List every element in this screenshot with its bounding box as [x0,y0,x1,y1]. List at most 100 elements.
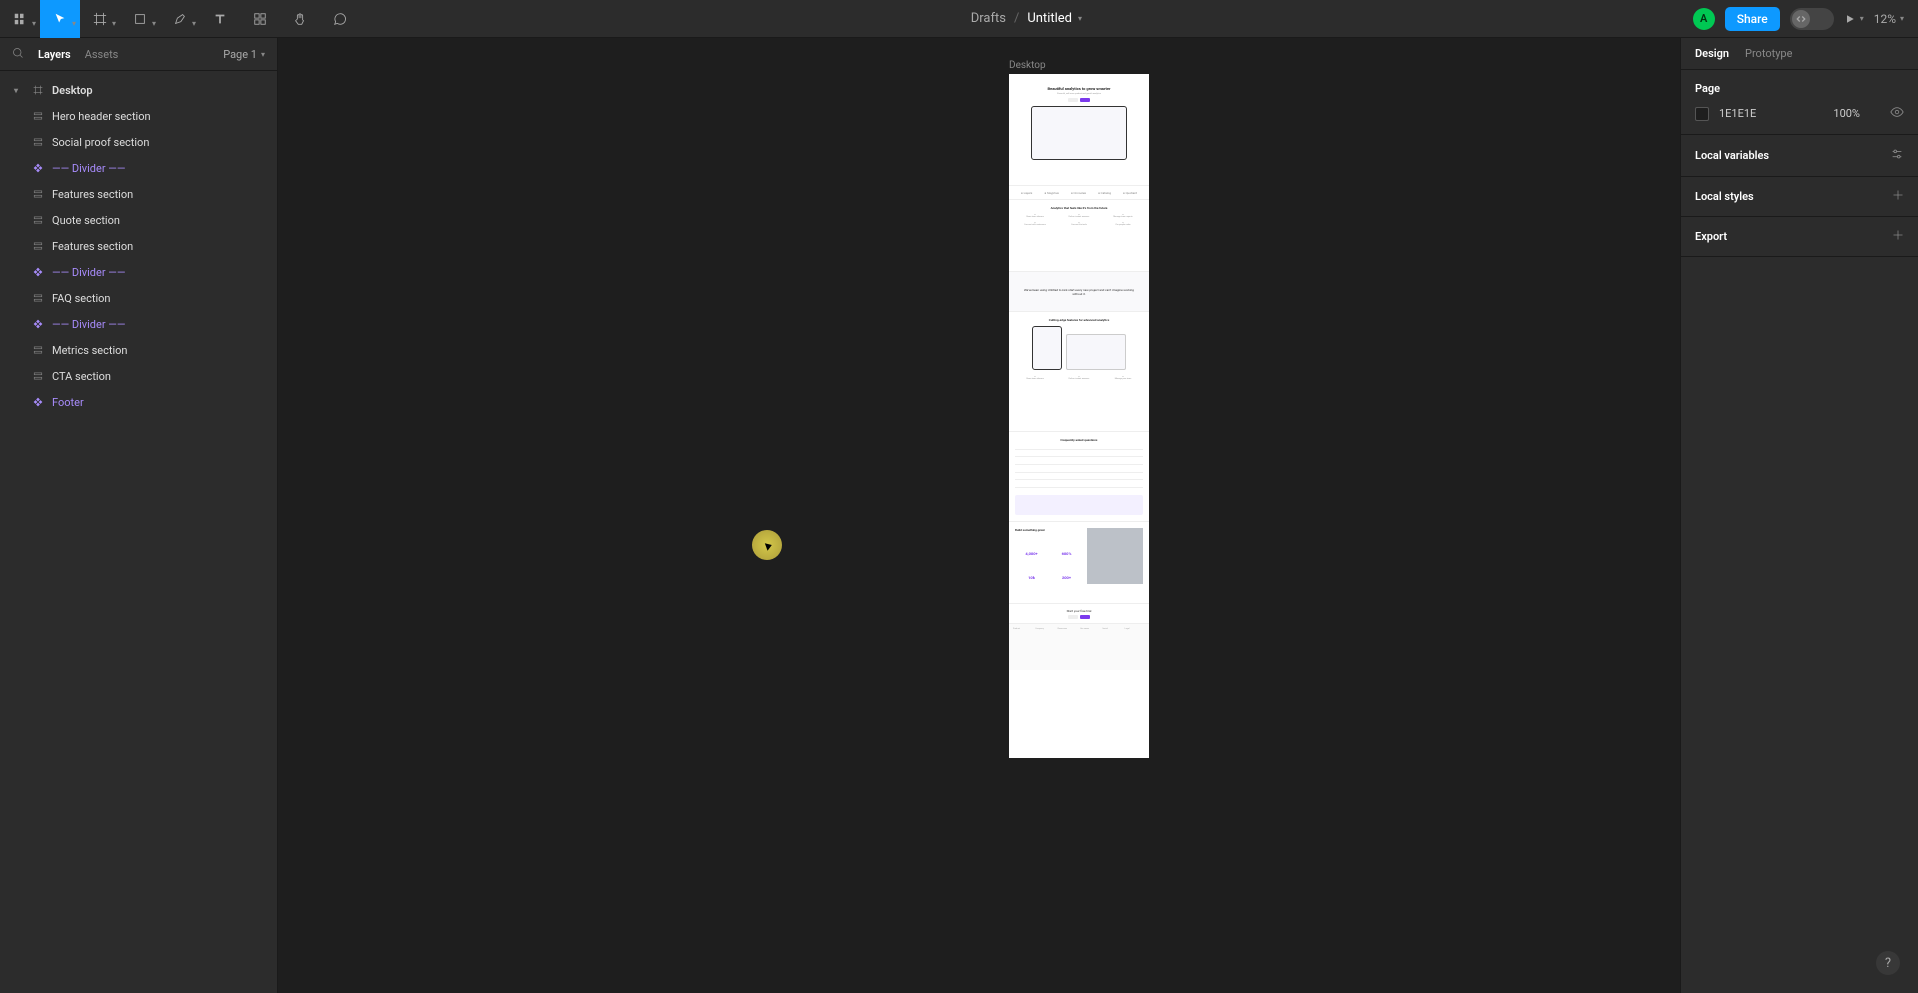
layer-row[interactable]: —— Divider —— [0,311,277,337]
metric-value: 4,000+ [1015,551,1048,573]
help-button[interactable]: ? [1876,951,1900,975]
chevron-down-icon: ▾ [32,19,36,28]
main-menu-button[interactable]: ▾ [0,0,40,38]
autolayout-icon [32,293,44,303]
plus-icon[interactable] [1892,229,1904,244]
tab-prototype[interactable]: Prototype [1745,47,1792,60]
component-icon [32,267,44,277]
hero-buttons [1068,98,1090,102]
zoom-value: 12% [1874,12,1896,26]
pen-tool-button[interactable]: ▾ [160,0,200,38]
metrics-section-preview: Build something great 4,000+ 600% 10k 20… [1009,522,1149,604]
breadcrumb-drafts[interactable]: Drafts [971,11,1006,26]
breadcrumb-separator: / [1014,11,1019,26]
tab-assets[interactable]: Assets [85,48,119,61]
layer-label: Footer [52,396,84,409]
move-tool-button[interactable]: ▾ [40,0,80,38]
layer-row[interactable]: FAQ section [0,285,277,311]
quote-text: We've been using Untitled to kick start … [1019,288,1139,296]
dev-mode-toggle[interactable] [1790,8,1834,30]
layer-label: —— Divider —— [52,318,125,331]
export-title: Export [1695,230,1727,243]
layer-row[interactable]: Features section [0,181,277,207]
file-title[interactable]: Untitled ▾ [1027,11,1082,26]
shape-tool-button[interactable]: ▾ [120,0,160,38]
file-title-text: Untitled [1027,11,1072,26]
layer-row[interactable]: Metrics section [0,337,277,363]
color-swatch[interactable] [1695,107,1709,121]
layer-row[interactable]: Social proof section [0,129,277,155]
faq-section-preview: Frequently asked questions [1009,432,1149,522]
top-toolbar: ▾ ▾ ▾ ▾ ▾ Drafts / [0,0,1918,38]
layer-label: Metrics section [52,344,128,357]
search-icon[interactable] [12,47,24,62]
frame-label[interactable]: Desktop [1009,60,1046,71]
present-button[interactable]: ▾ [1844,13,1864,25]
hero-device-mockup [1031,106,1127,160]
resources-tool-button[interactable] [240,0,280,38]
chevron-down-icon: ▾ [112,19,116,28]
page-section: Page 1E1E1E 100% [1681,70,1918,135]
layer-label: Social proof section [52,136,149,149]
layer-label: CTA section [52,370,111,383]
left-panel-tabs: Layers Assets Page 1 ▾ [0,38,277,70]
metric-value: 600% [1050,551,1083,573]
faq-title: Frequently asked questions [1015,438,1143,442]
layer-label: —— Divider —— [52,162,125,175]
chevron-down-icon: ▾ [1078,14,1082,23]
layer-label: Desktop [52,84,93,97]
right-panel-tabs: Design Prototype [1681,38,1918,70]
settings-icon[interactable] [1890,147,1904,164]
local-styles-section: Local styles [1681,177,1918,217]
layer-row[interactable]: ▾ Desktop [0,77,277,103]
features-title: Analytics that feels like it's from the … [1051,206,1108,210]
hero-title: Beautiful analytics to grow smarter [1047,86,1110,91]
layer-label: Features section [52,240,133,253]
page-selector-label: Page 1 [223,48,257,61]
frame-icon [32,85,44,95]
zoom-dropdown[interactable]: 12% ▾ [1874,12,1904,26]
page-bg-hex[interactable]: 1E1E1E [1719,107,1756,120]
metrics-heading: Build something great [1015,528,1083,549]
cta-section-preview: Start your free trial [1009,604,1149,624]
visibility-icon[interactable] [1890,105,1904,122]
text-tool-button[interactable] [200,0,240,38]
page-bg-opacity[interactable]: 100% [1833,107,1860,120]
page-background-row[interactable]: 1E1E1E 100% [1695,105,1904,122]
artboard-desktop[interactable]: Beautiful analytics to grow smarter Powe… [1009,74,1149,758]
layer-row[interactable]: Footer [0,389,277,415]
chevron-down-icon: ▾ [1860,14,1864,23]
cta-title: Start your free trial [1067,609,1092,613]
share-button[interactable]: Share [1725,7,1780,31]
comment-tool-button[interactable] [320,0,360,38]
expand-caret-icon[interactable]: ▾ [14,86,24,95]
component-icon [32,319,44,329]
frame-tool-button[interactable]: ▾ [80,0,120,38]
layer-row[interactable]: Features section [0,233,277,259]
metric-value: 200+ [1050,575,1083,597]
toolbar-right-group: A Share ▾ 12% ▾ [1693,7,1918,31]
layer-row[interactable]: CTA section [0,363,277,389]
layer-row[interactable]: —— Divider —— [0,155,277,181]
layer-label: —— Divider —— [52,266,125,279]
tab-design[interactable]: Design [1695,47,1729,60]
features-section-preview: Analytics that feels like it's from the … [1009,200,1149,272]
layer-label: Quote section [52,214,120,227]
footer-preview: ProductCompanyResourcesUse casesSocialLe… [1009,624,1149,670]
page-section-title: Page [1695,82,1904,95]
toolbar-tools-group: ▾ ▾ ▾ ▾ ▾ [0,0,360,37]
canvas[interactable]: Desktop Beautiful analytics to grow smar… [278,38,1680,993]
tab-layers[interactable]: Layers [38,48,71,61]
plus-icon[interactable] [1892,189,1904,204]
hand-tool-button[interactable] [280,0,320,38]
layer-row[interactable]: —— Divider —— [0,259,277,285]
layer-row[interactable]: Hero header section [0,103,277,129]
dev-mode-icon [1792,10,1810,28]
autolayout-icon [32,241,44,251]
page-selector[interactable]: Page 1 ▾ [223,48,265,61]
avatar[interactable]: A [1693,8,1715,30]
metric-value: 10k [1015,575,1048,597]
autolayout-icon [32,137,44,147]
layer-row[interactable]: Quote section [0,207,277,233]
adv-title: Cutting-edge features for advanced analy… [1049,318,1110,322]
